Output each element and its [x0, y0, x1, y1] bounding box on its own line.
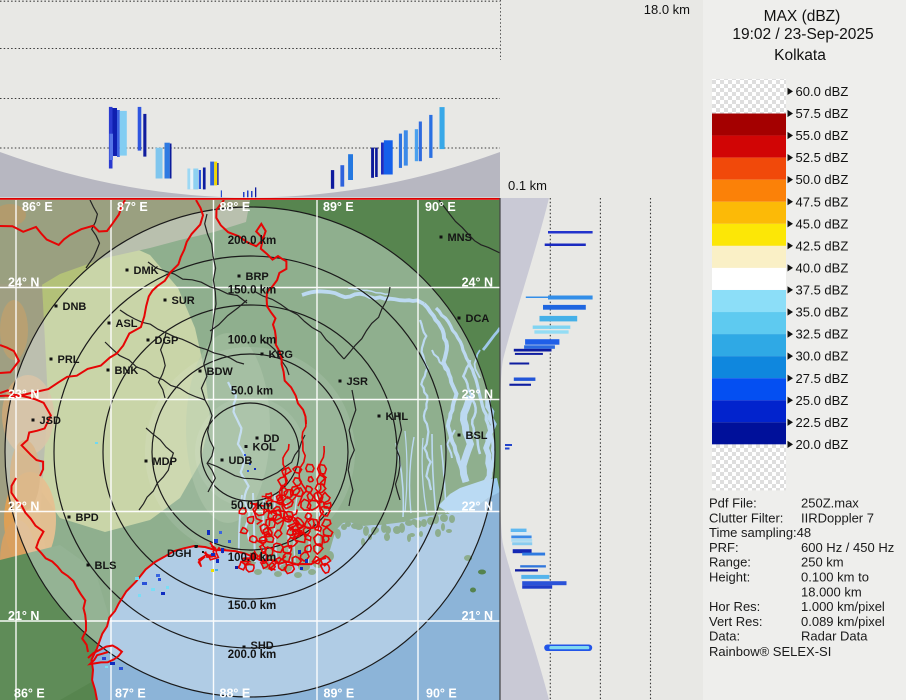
svg-text:DGH: DGH	[167, 548, 192, 560]
svg-text:200.0 km: 200.0 km	[228, 235, 277, 247]
svg-text:88° E: 88° E	[220, 200, 251, 214]
svg-text:57.5 dBZ: 57.5 dBZ	[796, 106, 849, 121]
svg-text:Clutter Filter:: Clutter Filter:	[709, 510, 783, 525]
svg-text:DMK: DMK	[134, 265, 159, 277]
svg-text:89° E: 89° E	[324, 687, 355, 700]
svg-text:42.5 dBZ: 42.5 dBZ	[796, 238, 849, 253]
svg-text:87° E: 87° E	[117, 200, 148, 214]
svg-text:SUR: SUR	[172, 295, 195, 307]
svg-text:0.100 km to: 0.100 km to	[801, 570, 869, 585]
svg-text:90° E: 90° E	[426, 687, 457, 700]
svg-text:32.5 dBZ: 32.5 dBZ	[796, 327, 849, 342]
svg-text:Rainbow® SELEX-SI: Rainbow® SELEX-SI	[709, 644, 831, 659]
svg-text:BRP: BRP	[246, 271, 269, 283]
svg-text:0.089 km/pixel: 0.089 km/pixel	[801, 614, 885, 629]
svg-text:BSL: BSL	[466, 430, 488, 442]
svg-text:47.5 dBZ: 47.5 dBZ	[796, 194, 849, 209]
svg-text:Pdf File:: Pdf File:	[709, 496, 757, 511]
svg-text:1.000 km/pixel: 1.000 km/pixel	[801, 599, 885, 614]
svg-text:87° E: 87° E	[115, 687, 146, 700]
svg-text:BNK: BNK	[115, 365, 139, 377]
svg-text:Height:: Height:	[709, 570, 750, 585]
svg-text:JSR: JSR	[347, 376, 368, 388]
svg-text:PRL: PRL	[58, 354, 80, 366]
svg-text:KHL: KHL	[386, 411, 409, 423]
svg-text:86° E: 86° E	[22, 200, 53, 214]
svg-text:IIRDoppler 7: IIRDoppler 7	[801, 510, 874, 525]
svg-text:24° N: 24° N	[462, 276, 493, 290]
svg-text:24° N: 24° N	[8, 276, 39, 290]
svg-text:50.0 km: 50.0 km	[231, 500, 273, 512]
svg-text:45.0 dBZ: 45.0 dBZ	[796, 216, 849, 231]
svg-text:BDW: BDW	[207, 366, 234, 378]
svg-text:MDP: MDP	[153, 456, 177, 468]
svg-text:Hor Res:: Hor Res:	[709, 599, 760, 614]
svg-text:ASL: ASL	[116, 318, 138, 330]
svg-text:JSD: JSD	[40, 415, 61, 427]
svg-text:BLS: BLS	[95, 560, 117, 572]
svg-text:89° E: 89° E	[323, 200, 354, 214]
svg-text:Data:: Data:	[709, 629, 740, 644]
svg-text:52.5 dBZ: 52.5 dBZ	[796, 150, 849, 165]
svg-text:UDB: UDB	[229, 455, 253, 467]
svg-text:BPD: BPD	[76, 512, 99, 524]
svg-text:22° N: 22° N	[462, 500, 493, 514]
svg-text:60.0 dBZ: 60.0 dBZ	[796, 84, 849, 99]
svg-text:18.0 km: 18.0 km	[644, 2, 690, 17]
svg-text:Vert Res:: Vert Res:	[709, 614, 762, 629]
svg-text:Radar Data: Radar Data	[801, 629, 868, 644]
svg-text:20.0 dBZ: 20.0 dBZ	[796, 437, 849, 452]
svg-text:22.5 dBZ: 22.5 dBZ	[796, 415, 849, 430]
svg-text:KRG: KRG	[269, 349, 293, 361]
svg-text:0.1 km: 0.1 km	[508, 178, 547, 193]
svg-text:23° N: 23° N	[8, 388, 39, 402]
svg-text:DCA: DCA	[466, 313, 490, 325]
svg-text:MNS: MNS	[448, 232, 472, 244]
svg-text:150.0 km: 150.0 km	[228, 285, 277, 297]
svg-text:86° E: 86° E	[14, 687, 45, 700]
svg-text:DNB: DNB	[63, 301, 87, 313]
svg-text:19:02 / 23-Sep-2025: 19:02 / 23-Sep-2025	[732, 26, 873, 43]
svg-text:40.0 dBZ: 40.0 dBZ	[796, 261, 849, 276]
svg-text:250Z.max: 250Z.max	[801, 496, 859, 511]
svg-text:22° N: 22° N	[8, 500, 39, 514]
svg-text:DGP: DGP	[155, 335, 179, 347]
svg-text:Time sampling:48: Time sampling:48	[709, 525, 811, 540]
svg-text:MAX (dBZ): MAX (dBZ)	[764, 8, 841, 25]
svg-text:Kolkata: Kolkata	[774, 47, 826, 64]
svg-text:30.0 dBZ: 30.0 dBZ	[796, 349, 849, 364]
svg-text:600 Hz / 450 Hz: 600 Hz / 450 Hz	[801, 540, 894, 555]
svg-text:50.0 dBZ: 50.0 dBZ	[796, 172, 849, 187]
svg-text:250 km: 250 km	[801, 555, 844, 570]
svg-text:KOL: KOL	[253, 442, 277, 454]
svg-text:88° E: 88° E	[220, 687, 251, 700]
svg-text:18.000 km: 18.000 km	[801, 584, 862, 599]
svg-text:23° N: 23° N	[462, 388, 493, 402]
svg-text:37.5 dBZ: 37.5 dBZ	[796, 283, 849, 298]
svg-text:27.5 dBZ: 27.5 dBZ	[796, 371, 849, 386]
svg-text:21° N: 21° N	[462, 609, 493, 623]
svg-text:100.0 km: 100.0 km	[228, 335, 277, 347]
svg-text:50.0 km: 50.0 km	[231, 386, 273, 398]
svg-text:100.0 km: 100.0 km	[228, 552, 277, 564]
svg-text:21° N: 21° N	[8, 609, 39, 623]
svg-text:150.0 km: 150.0 km	[228, 600, 277, 612]
svg-text:SHD: SHD	[251, 640, 274, 652]
svg-text:35.0 dBZ: 35.0 dBZ	[796, 305, 849, 320]
svg-text:55.0 dBZ: 55.0 dBZ	[796, 128, 849, 143]
svg-text:Range:: Range:	[709, 555, 751, 570]
svg-text:25.0 dBZ: 25.0 dBZ	[796, 393, 849, 408]
svg-text:PRF:: PRF:	[709, 540, 739, 555]
svg-text:90° E: 90° E	[425, 200, 456, 214]
